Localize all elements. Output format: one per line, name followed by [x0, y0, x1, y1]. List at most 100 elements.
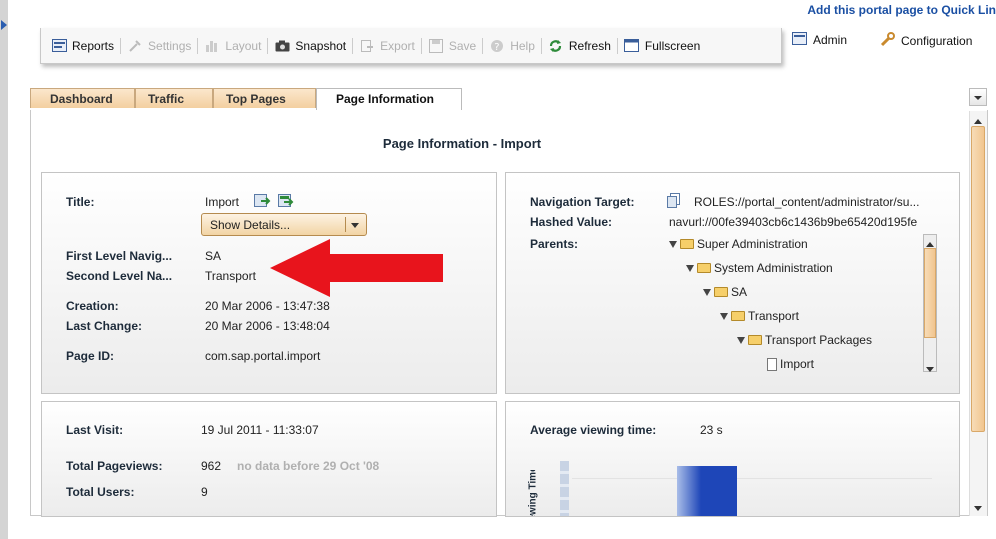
copy-icon[interactable] — [667, 193, 681, 211]
chart-gridline — [572, 478, 932, 479]
page-id-label: Page ID: — [66, 349, 115, 363]
tree-node[interactable]: System Administration — [686, 261, 833, 275]
creation-label: Creation: — [66, 299, 119, 313]
camera-icon — [274, 39, 290, 53]
tree-node[interactable]: Super Administration — [669, 237, 808, 251]
reports-button[interactable]: Reports — [45, 28, 120, 64]
average-viewing-time-value: 23 s — [700, 423, 723, 437]
tree-scrollbar-thumb[interactable] — [924, 248, 936, 338]
total-users-label: Total Users: — [66, 485, 135, 499]
refresh-icon — [548, 39, 564, 53]
help-button[interactable]: ? Help — [483, 28, 541, 64]
fullscreen-icon — [624, 39, 640, 53]
wrench-icon — [880, 32, 895, 50]
page-open-icon[interactable] — [277, 193, 295, 212]
tab-top-pages[interactable]: Top Pages — [213, 88, 316, 108]
svg-text:?: ? — [494, 42, 499, 53]
chevron-down-icon — [351, 223, 359, 228]
tree-node-label: Super Administration — [697, 237, 808, 251]
tab-menu-button[interactable] — [969, 88, 987, 106]
layout-icon — [204, 39, 220, 53]
show-details-label: Show Details... — [210, 218, 291, 232]
page-id-value: com.sap.portal.import — [205, 349, 321, 363]
second-level-value: Transport — [205, 269, 256, 283]
navigation-target-label: Navigation Target: — [530, 195, 635, 209]
hashed-value: navurl://00fe39403cb6c1436b9be65420d195f… — [669, 215, 918, 229]
settings-icon — [127, 39, 143, 53]
configuration-link[interactable]: Configuration — [880, 32, 972, 50]
settings-button[interactable]: Settings — [121, 28, 197, 64]
admin-icon — [792, 32, 807, 48]
chart-y-axis-label: ewing Time — [527, 470, 539, 516]
folder-icon — [748, 335, 762, 345]
snapshot-button[interactable]: Snapshot — [268, 28, 352, 64]
tree-node[interactable]: Import — [767, 357, 814, 371]
total-pageviews-value: 962 — [201, 459, 222, 473]
tree-node[interactable]: Transport — [720, 309, 799, 323]
document-icon — [767, 357, 777, 371]
expand-triangle-icon[interactable] — [686, 264, 694, 272]
reports-icon — [51, 39, 67, 53]
last-change-label: Last Change: — [66, 319, 143, 333]
folder-icon — [731, 311, 745, 321]
configuration-label: Configuration — [901, 34, 973, 48]
tree-node-label: System Administration — [714, 261, 833, 275]
page-edit-icon[interactable] — [253, 193, 271, 212]
creation-value: 20 Mar 2006 - 13:47:38 — [205, 299, 330, 313]
floppy-disk-icon — [428, 38, 444, 53]
save-button[interactable]: Save — [422, 28, 482, 64]
title-label: Title: — [66, 195, 95, 209]
show-details-dropdown[interactable]: Show Details... — [201, 213, 367, 236]
total-pageviews-label: Total Pageviews: — [66, 459, 163, 473]
save-label: Save — [448, 38, 477, 53]
chart-axis-scale — [560, 461, 569, 516]
pageviews-note: no data before 29 Oct '08 — [237, 459, 380, 473]
expand-triangle-icon[interactable] — [720, 312, 728, 320]
chart-y-axis-label-container: ewing Time — [526, 470, 546, 516]
refresh-button[interactable]: Refresh — [542, 28, 617, 64]
tree-node-label: Transport — [748, 309, 799, 323]
folder-icon — [697, 263, 711, 273]
page-heading: Page Information - Import — [382, 136, 542, 151]
parents-label: Parents: — [530, 237, 579, 251]
tab-dashboard[interactable]: Dashboard — [30, 88, 135, 108]
expand-triangle-icon[interactable] — [669, 240, 677, 248]
tree-node[interactable]: SA — [703, 285, 747, 299]
tree-node[interactable]: Transport Packages — [737, 333, 872, 347]
navigation-target-value: ROLES://portal_content/administrator/su.… — [694, 195, 920, 209]
tab-page-information[interactable]: Page Information — [316, 88, 462, 111]
last-change-value: 20 Mar 2006 - 13:48:04 — [205, 319, 330, 333]
scroll-down-icon[interactable] — [973, 502, 983, 516]
expand-arrow-icon[interactable] — [1, 20, 7, 30]
left-collapse-strip[interactable] — [0, 0, 8, 539]
fullscreen-button[interactable]: Fullscreen — [618, 28, 706, 64]
help-icon: ? — [489, 39, 505, 53]
second-level-label: Second Level Na... — [66, 269, 173, 283]
expand-triangle-icon[interactable] — [703, 288, 711, 296]
first-level-value: SA — [205, 249, 222, 263]
layout-button[interactable]: Layout — [198, 28, 267, 64]
admin-label: Admin — [813, 33, 848, 47]
dropdown-separator — [345, 217, 346, 232]
folder-icon — [714, 287, 728, 297]
chevron-down-icon — [974, 96, 982, 100]
scrollbar-thumb[interactable] — [971, 126, 985, 432]
export-icon — [359, 39, 375, 53]
tab-traffic[interactable]: Traffic — [135, 88, 213, 108]
admin-link[interactable]: Admin — [792, 32, 847, 48]
title-value: Import — [205, 195, 240, 209]
folder-icon — [680, 239, 694, 249]
settings-label: Settings — [148, 38, 192, 53]
fullscreen-label: Fullscreen — [644, 38, 701, 53]
reports-label: Reports — [72, 38, 115, 53]
scroll-down-icon[interactable] — [926, 362, 934, 376]
add-quick-link[interactable]: Add this portal page to Quick Lin — [807, 3, 996, 17]
export-button[interactable]: Export — [353, 28, 421, 64]
expand-triangle-icon[interactable] — [737, 336, 745, 344]
total-users-value: 9 — [201, 485, 208, 499]
tree-node-label: Import — [780, 357, 815, 371]
last-visit-label: Last Visit: — [66, 423, 124, 437]
layout-label: Layout — [225, 38, 262, 53]
chart-bar — [677, 466, 737, 516]
export-label: Export — [380, 38, 415, 53]
